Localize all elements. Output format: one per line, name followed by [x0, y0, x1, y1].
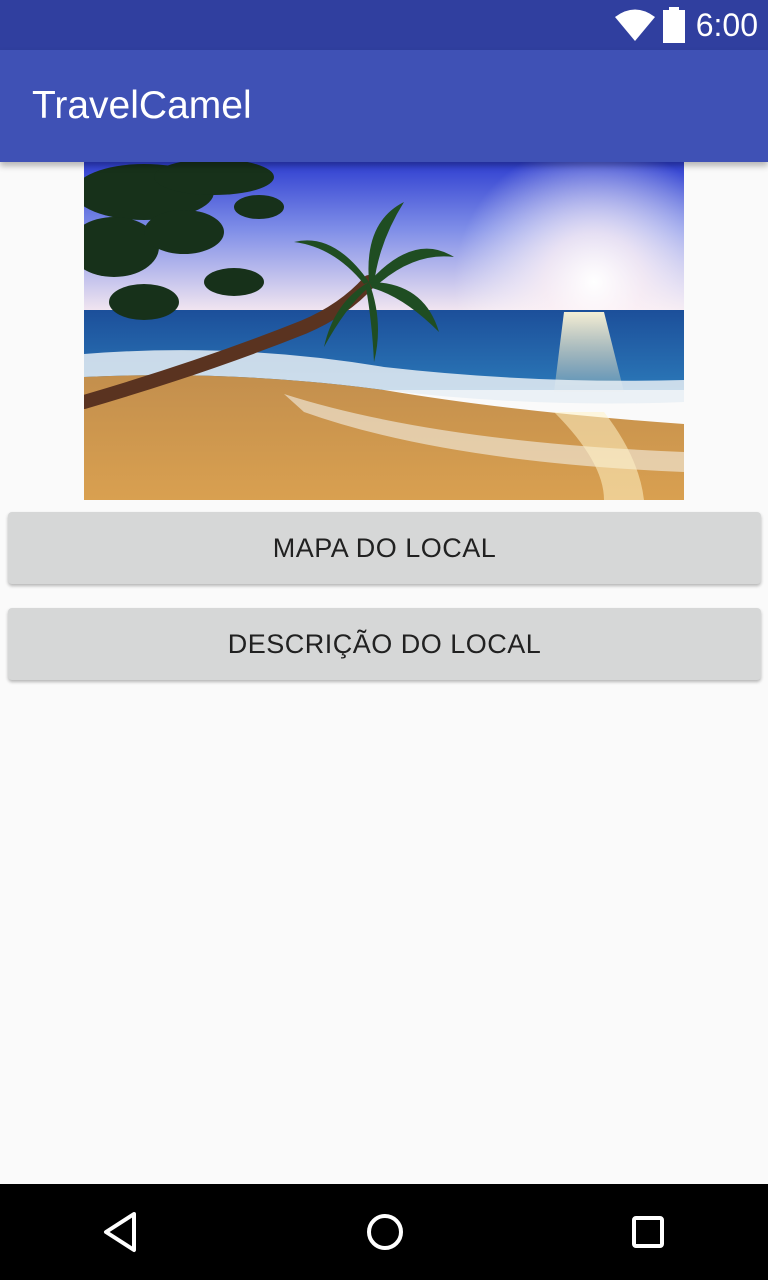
beach-palm-sunset-image: [84, 162, 684, 500]
app-bar: TravelCamel: [0, 50, 768, 162]
description-button-label: DESCRIÇÃO DO LOCAL: [227, 628, 542, 659]
status-time: 6:00: [695, 7, 758, 43]
navigation-bar: [0, 1184, 768, 1280]
wifi-icon: [615, 9, 655, 41]
beach-hero-image: [84, 162, 684, 500]
description-button[interactable]: DESCRIÇÃO DO LOCAL: [8, 608, 761, 680]
battery-icon: [663, 7, 685, 43]
status-bar: 6:00: [0, 0, 768, 50]
app-title: TravelCamel: [32, 84, 252, 127]
map-button[interactable]: MAPA DO LOCAL: [8, 512, 761, 584]
recents-icon[interactable]: [628, 1210, 668, 1254]
back-icon[interactable]: [96, 1210, 144, 1254]
map-button-label: MAPA DO LOCAL: [272, 532, 497, 563]
home-icon[interactable]: [364, 1210, 406, 1254]
